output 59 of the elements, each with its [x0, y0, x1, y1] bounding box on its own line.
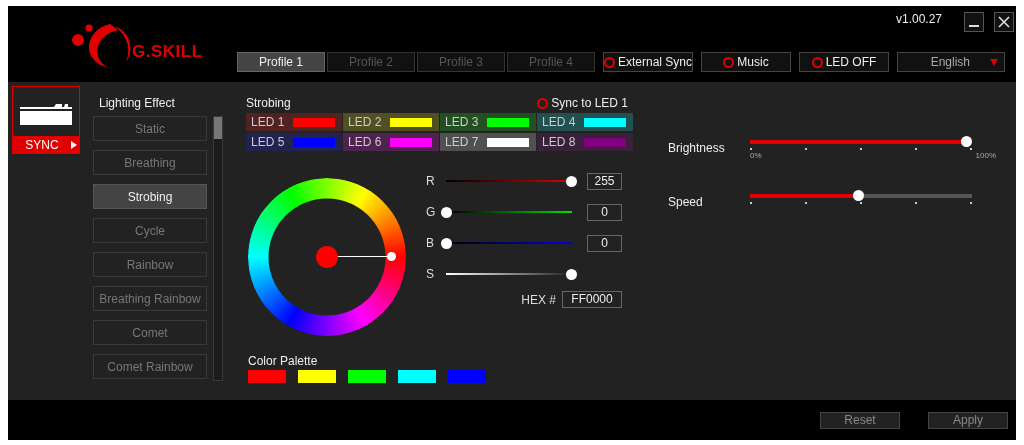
- led-button[interactable]: LED 1: [246, 113, 342, 131]
- palette-swatch[interactable]: [298, 370, 336, 383]
- led-button[interactable]: LED 3: [440, 113, 536, 131]
- close-button[interactable]: [994, 12, 1014, 32]
- minimize-icon: [969, 25, 979, 27]
- toggle-button[interactable]: LED OFF: [799, 52, 889, 72]
- dropdown-caret-icon: [990, 58, 998, 66]
- effect-button[interactable]: Strobing: [93, 184, 207, 209]
- led-button[interactable]: LED 6: [343, 133, 439, 151]
- sync-led-toggle[interactable]: Sync to LED 1: [537, 96, 628, 110]
- footer-button[interactable]: Reset: [820, 411, 900, 429]
- min-label: 0%: [750, 151, 762, 160]
- scrollbar[interactable]: [213, 116, 223, 381]
- logo-text: G.SKILL: [132, 42, 203, 62]
- palette-title: Color Palette: [248, 354, 319, 368]
- led-button[interactable]: LED 4: [537, 113, 633, 131]
- section-title: Lighting Effect: [99, 96, 176, 110]
- palette-swatch[interactable]: [448, 370, 486, 383]
- palette-swatch[interactable]: [248, 370, 286, 383]
- palette-swatch[interactable]: [398, 370, 436, 383]
- effect-button[interactable]: Breathing: [93, 150, 207, 175]
- value-field[interactable]: 0: [587, 234, 622, 252]
- hex-label: HEX #: [521, 292, 556, 307]
- led-button[interactable]: LED 2: [343, 113, 439, 131]
- channel-label: R: [426, 174, 436, 188]
- hex-field[interactable]: FF0000: [562, 291, 622, 308]
- value-field[interactable]: 255: [587, 172, 622, 190]
- led-button[interactable]: LED 8: [537, 133, 633, 151]
- slider-label: Speed: [668, 195, 704, 209]
- close-icon: [998, 16, 1010, 28]
- effect-button[interactable]: Breathing Rainbow: [93, 286, 207, 311]
- language-dropdown[interactable]: English: [897, 52, 1005, 72]
- device-label: SYNC: [25, 137, 59, 152]
- channel-label: S: [426, 267, 435, 281]
- led-button[interactable]: LED 7: [440, 133, 536, 151]
- effect-button[interactable]: Static: [93, 116, 207, 141]
- memory-module-icon: [18, 101, 74, 125]
- effect-button[interactable]: Comet Rainbow: [93, 354, 207, 379]
- effect-button[interactable]: Rainbow: [93, 252, 207, 277]
- arrow-right-icon: [70, 140, 77, 149]
- led-button[interactable]: LED 5: [246, 133, 342, 151]
- effect-button[interactable]: Cycle: [93, 218, 207, 243]
- profile-tab[interactable]: Profile 1: [237, 52, 325, 72]
- panel-title: Strobing: [246, 96, 291, 110]
- slider-label: Brightness: [668, 141, 726, 155]
- footer-button[interactable]: Apply: [928, 411, 1008, 429]
- toggle-button[interactable]: Music: [701, 52, 791, 72]
- channel-label: B: [426, 236, 435, 250]
- max-label: 100%: [975, 151, 996, 160]
- value-field[interactable]: 0: [587, 203, 622, 221]
- version-label: v1.00.27: [895, 12, 942, 26]
- speed-slider[interactable]: [750, 190, 972, 201]
- toggle-button[interactable]: External Sync: [603, 52, 693, 72]
- channel-label: G: [426, 205, 437, 219]
- palette-swatch[interactable]: [348, 370, 386, 383]
- effect-button[interactable]: Comet: [93, 320, 207, 345]
- device-card[interactable]: SYNC: [12, 86, 80, 154]
- minimize-button[interactable]: [964, 12, 984, 32]
- brightness-slider[interactable]: [750, 136, 972, 147]
